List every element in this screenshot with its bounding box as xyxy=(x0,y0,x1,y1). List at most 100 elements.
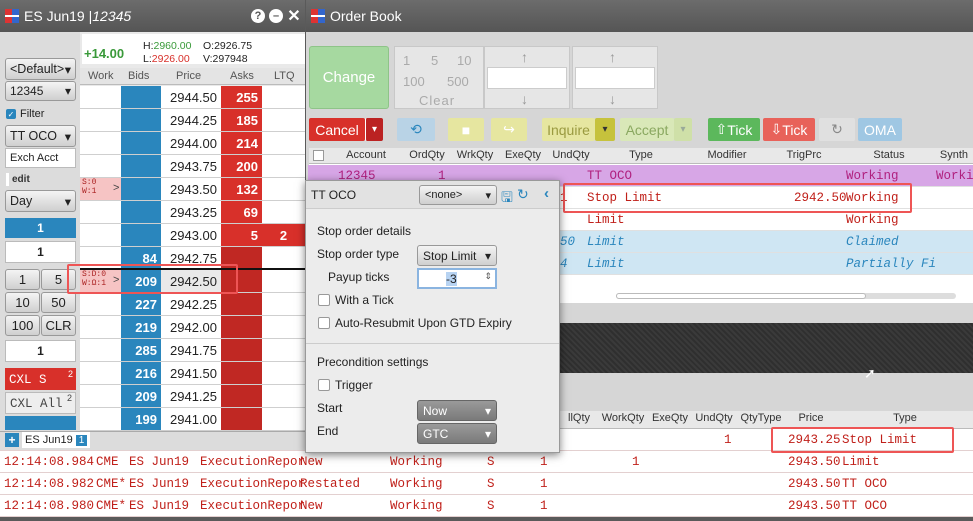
ob-qty-10[interactable]: 10 xyxy=(457,53,471,68)
ask-cell[interactable] xyxy=(221,339,262,361)
ladder-row[interactable]: 285 2941.75 xyxy=(80,339,305,362)
ladder-row[interactable]: 2943.75 200 xyxy=(80,155,305,178)
ladder-row[interactable]: 2944.50 255 xyxy=(80,86,305,109)
ob-qty-100[interactable]: 100 xyxy=(403,74,425,89)
price-input[interactable] xyxy=(487,67,567,89)
horizontal-scrollbar[interactable] xyxy=(616,293,956,299)
price-cell[interactable]: 2944.25 xyxy=(161,109,221,131)
qty-button-50[interactable]: 50 xyxy=(41,292,76,313)
arrow-up-icon[interactable]: ↑ xyxy=(521,49,528,65)
bid-cell[interactable]: 285 xyxy=(121,339,161,361)
fills-row[interactable]: 12:14:08.980 CME* ES Jun19 ExecutionRepo… xyxy=(0,495,973,517)
resubmit-button[interactable]: ↪ xyxy=(491,118,527,141)
col-header-ordqty[interactable]: OrdQty xyxy=(404,149,450,161)
ask-cell[interactable]: 5 xyxy=(221,224,262,246)
price-cell[interactable]: 2941.25 xyxy=(161,385,221,407)
ladder-row[interactable]: 199 2941.00 xyxy=(80,408,305,431)
col-header-modifier[interactable]: Modifier xyxy=(699,149,755,161)
col-header-status[interactable]: Status xyxy=(849,149,929,161)
col-header-undqty[interactable]: UndQty xyxy=(548,149,594,161)
bid-cell[interactable] xyxy=(121,86,161,108)
col-header-wrkqty[interactable]: WrkQty xyxy=(452,149,498,161)
quantity-input[interactable]: 1 xyxy=(5,241,76,263)
arrow-down-icon[interactable]: ↓ xyxy=(609,91,616,107)
change-button[interactable]: Change xyxy=(309,46,389,109)
oma-button[interactable]: OMA xyxy=(858,118,902,141)
cancel-button[interactable]: Cancel xyxy=(309,118,365,141)
refresh-history-button[interactable]: ⟲ xyxy=(397,118,435,141)
hold-button[interactable]: ■ xyxy=(448,118,484,141)
account-select[interactable]: 12345 ▾ xyxy=(5,81,76,101)
cancel-buys-button[interactable] xyxy=(5,416,76,430)
refresh-button[interactable]: ↻ xyxy=(819,118,855,141)
col-header-exeqty[interactable]: ExeQty xyxy=(500,149,546,161)
bid-cell[interactable] xyxy=(121,155,161,177)
with-tick-checkbox[interactable] xyxy=(318,294,330,306)
payup-ticks-input[interactable]: -3 ⇕ xyxy=(417,268,497,289)
col-header-price[interactable]: Price xyxy=(786,412,836,424)
price-cell[interactable]: 2942.25 xyxy=(161,293,221,315)
stop-order-type-select[interactable]: Stop Limit ▾ xyxy=(417,245,497,266)
quantity-input-secondary[interactable]: 1 xyxy=(5,340,76,362)
help-icon[interactable]: ? xyxy=(251,9,265,23)
tab-es-jun19[interactable]: ES Jun19 1 xyxy=(22,432,91,448)
select-all-checkbox[interactable] xyxy=(313,150,324,161)
ask-cell[interactable] xyxy=(221,293,262,315)
ladder-row[interactable]: 227 2942.25 xyxy=(80,293,305,316)
bid-cell[interactable] xyxy=(121,178,161,200)
clear-qty-button[interactable]: CLR xyxy=(41,315,76,336)
col-header-exeqty[interactable]: ExeQty xyxy=(648,412,692,424)
ask-cell[interactable] xyxy=(221,362,262,384)
price-cell[interactable]: 2941.75 xyxy=(161,339,221,361)
bid-cell[interactable] xyxy=(121,132,161,154)
inquire-dropdown[interactable]: ▾ xyxy=(595,118,615,141)
exch-acct-field[interactable]: Exch Acct xyxy=(5,148,76,168)
close-icon[interactable]: ✕ xyxy=(287,8,301,25)
filter-checkbox[interactable]: ✓ xyxy=(6,109,16,119)
auto-resubmit-checkbox[interactable] xyxy=(318,317,330,329)
col-header-type[interactable]: Type xyxy=(840,412,970,424)
ladder-row[interactable]: 2943.00 5 2 xyxy=(80,224,305,247)
filter-toggle[interactable]: ✓ Filter xyxy=(6,108,44,120)
col-header-undqty[interactable]: UndQty xyxy=(692,412,736,424)
minimize-icon[interactable]: – xyxy=(269,9,283,23)
ladder-row[interactable]: 219 2942.00 xyxy=(80,316,305,339)
bid-cell[interactable]: 219 xyxy=(121,316,161,338)
col-header-synth[interactable]: Synth xyxy=(934,149,973,161)
price-cell[interactable]: 2943.50 xyxy=(161,178,221,200)
ask-cell[interactable] xyxy=(221,408,262,430)
price-cell[interactable]: 2942.00 xyxy=(161,316,221,338)
ob-qty-5[interactable]: 5 xyxy=(431,53,438,68)
collapse-chevron-icon[interactable]: ‹ xyxy=(544,185,549,202)
cancel-all-button[interactable]: CXL All 2 xyxy=(5,392,76,414)
cancel-dropdown[interactable]: ▾ xyxy=(365,118,383,141)
col-header-type[interactable]: Type xyxy=(596,149,686,161)
accept-button[interactable]: Accept xyxy=(620,118,674,141)
ask-cell[interactable]: 214 xyxy=(221,132,262,154)
fills-row[interactable]: 12:14:08.982 CME* ES Jun19 ExecutionRepo… xyxy=(0,473,973,495)
edit-button[interactable]: edit xyxy=(6,173,40,186)
expand-arrow-icon[interactable]: > xyxy=(113,182,119,194)
refresh-icon[interactable]: ↻ xyxy=(517,186,529,203)
qty-button-10[interactable]: 10 xyxy=(5,292,40,313)
tif-select[interactable]: Day ▾ xyxy=(5,190,76,212)
price-cell[interactable]: 2944.50 xyxy=(161,86,221,108)
accept-dropdown[interactable]: ▾ xyxy=(674,118,692,141)
price-stepper[interactable]: ↑ ↓ xyxy=(484,46,570,109)
bid-cell[interactable]: 199 xyxy=(121,408,161,430)
col-header-qtytype[interactable]: QtyType xyxy=(736,412,786,424)
tick-down-button[interactable]: ⇩ Tick xyxy=(763,118,815,141)
ob-clear-button[interactable]: Clear xyxy=(419,93,455,108)
ask-cell[interactable]: 255 xyxy=(221,86,262,108)
add-tab-button[interactable]: + xyxy=(5,433,19,447)
qty-button-100[interactable]: 100 xyxy=(5,315,40,336)
ask-cell[interactable]: 200 xyxy=(221,155,262,177)
price-cell[interactable]: 2941.00 xyxy=(161,408,221,430)
arrow-up-icon[interactable]: ↑ xyxy=(609,49,616,65)
tick-up-button[interactable]: ⇧ Tick xyxy=(708,118,760,141)
ladder-row[interactable]: 2943.25 69 xyxy=(80,201,305,224)
start-select[interactable]: Now ▾ xyxy=(417,400,497,421)
col-header-fillqty[interactable]: llQty xyxy=(560,412,598,424)
ask-cell[interactable]: 185 xyxy=(221,109,262,131)
trigger-stepper[interactable]: ↑ ↓ xyxy=(572,46,658,109)
